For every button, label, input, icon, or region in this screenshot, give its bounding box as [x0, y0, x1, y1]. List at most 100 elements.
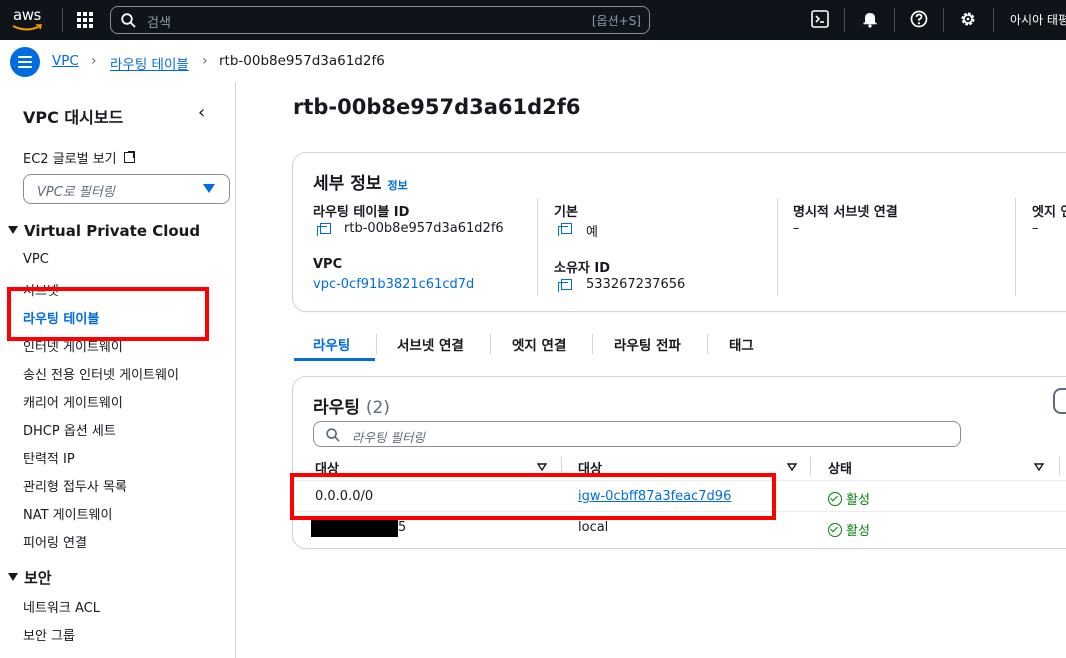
breadcrumb-vpc[interactable]: VPC [52, 53, 79, 69]
notification-bell-icon[interactable] [861, 10, 879, 28]
copy-icon[interactable] [558, 223, 572, 236]
tab-divider [707, 334, 708, 354]
cloudshell-icon[interactable] [811, 10, 829, 28]
status-text: 활성 [846, 524, 870, 539]
help-icon[interactable] [910, 10, 928, 28]
status-badge: 활성 [828, 520, 870, 539]
vpc-label: VPC [313, 257, 343, 272]
route-target: local [578, 520, 609, 535]
breadcrumb-current: rtb-00b8e957d3a61d2f6 [219, 53, 385, 69]
caret-down-icon [203, 184, 215, 193]
sidebar-item-security-groups[interactable]: 보안 그룹 [23, 625, 75, 644]
divider [894, 8, 895, 32]
region-selector[interactable]: 아시아 태평 [1010, 11, 1066, 28]
sidebar-item-network-acls[interactable]: 네트워크 ACL [23, 597, 100, 616]
sidebar-item-dhcp-option-sets[interactable]: DHCP 옵션 세트 [23, 420, 116, 439]
column-divider [537, 198, 538, 296]
sort-caret-icon[interactable] [787, 462, 797, 472]
copy-icon[interactable] [317, 223, 331, 236]
settings-gear-icon[interactable] [959, 10, 977, 28]
routes-header-text: 라우팅 [313, 398, 360, 418]
vpc-filter-placeholder: VPC로 필터링 [37, 185, 115, 200]
column-resizer[interactable] [1059, 457, 1060, 475]
edge-assoc-label: 엣지 연 [1032, 205, 1066, 220]
sidebar-item-peering-connections[interactable]: 피어링 연결 [23, 532, 87, 551]
tab-divider [376, 334, 377, 354]
search-placeholder: 검색 [147, 16, 171, 31]
status-text: 활성 [846, 493, 870, 508]
tab-divider [592, 334, 593, 354]
active-tab-indicator [294, 358, 375, 361]
caret-down-icon [8, 226, 18, 234]
search-shortcut: [옵션+S] [591, 14, 641, 28]
main-value: 예 [586, 225, 598, 240]
breadcrumb-route-tables[interactable]: 라우팅 테이블 [110, 53, 189, 73]
routes-header: 라우팅 (2) [313, 393, 390, 418]
redacted-block [311, 519, 398, 537]
status-badge: 활성 [828, 489, 870, 508]
sidebar-item-carrier-gateways[interactable]: 캐리어 게이트웨이 [23, 392, 123, 411]
route-table-id-value: rtb-00b8e957d3a61d2f6 [344, 221, 504, 236]
divider [993, 8, 994, 32]
owner-id-label: 소유자 ID [554, 261, 611, 276]
route-filter-input[interactable]: 라우팅 필터링 [313, 421, 961, 447]
sidebar-title[interactable]: VPC 대시보드 [23, 104, 123, 128]
sidebar-item-vpc[interactable]: VPC [23, 252, 49, 267]
external-link-icon [123, 151, 136, 163]
explicit-subnet-assoc-label: 명시적 서브넷 연결 [793, 205, 898, 220]
section-label: Virtual Private Cloud [24, 222, 201, 240]
sort-caret-icon[interactable] [537, 462, 547, 472]
route-filter-placeholder: 라우팅 필터링 [352, 430, 425, 445]
sidebar-item-ec2-global-view[interactable]: EC2 글로벌 보기 [23, 148, 136, 167]
edit-routes-button[interactable] [1053, 388, 1066, 414]
chevron-right-icon: › [202, 53, 208, 69]
search-icon [326, 428, 340, 442]
owner-id-value: 533267237656 [586, 277, 686, 292]
main-label: 기본 [554, 205, 578, 220]
collapse-sidebar-icon[interactable]: ‹ [198, 102, 205, 123]
details-header-text: 세부 정보 [313, 174, 382, 194]
tab-edge-associations[interactable]: 엣지 연결 [512, 334, 566, 354]
tab-routes[interactable]: 라우팅 [313, 334, 350, 354]
chevron-right-icon: › [91, 53, 97, 69]
highlight-box [7, 287, 209, 341]
sidebar-item-nat-gateways[interactable]: NAT 게이트웨이 [23, 504, 112, 523]
section-label: 보안 [24, 569, 52, 587]
aws-logo[interactable]: aws [10, 6, 50, 34]
sidebar-item-managed-prefix-lists[interactable]: 관리형 접두사 목록 [23, 476, 127, 495]
status-success-icon [828, 523, 842, 537]
tab-tags[interactable]: 태그 [729, 334, 754, 354]
tab-subnet-associations[interactable]: 서브넷 연결 [397, 334, 464, 354]
global-search-input[interactable]: 검색 [옵션+S] [110, 6, 650, 34]
divider [844, 8, 845, 32]
vpc-link[interactable]: vpc-0cf91b3821c61cd7d [313, 277, 474, 292]
column-resizer[interactable] [810, 457, 811, 475]
top-navigation-bar: aws 검색 [옵션+S] 아시아 태평 [0, 0, 1066, 40]
divider [943, 8, 944, 32]
services-grid-icon[interactable] [76, 11, 94, 29]
routes-count: (2) [365, 398, 390, 418]
route-table-id-label: 라우팅 테이블 ID [313, 205, 410, 220]
sidebar-section-virtual-private-cloud[interactable]: Virtual Private Cloud [8, 222, 200, 240]
sidebar-item-egress-only-igw[interactable]: 송신 전용 인터넷 게이트웨이 [23, 364, 179, 383]
tab-route-propagation[interactable]: 라우팅 전파 [614, 334, 681, 354]
sidebar-section-security[interactable]: 보안 [8, 567, 52, 588]
column-divider [1015, 198, 1016, 296]
menu-toggle-button[interactable] [10, 47, 40, 77]
copy-icon[interactable] [558, 279, 572, 292]
explicit-subnet-assoc-value: – [793, 221, 800, 236]
details-header: 세부 정보 정보 [313, 169, 408, 194]
column-divider [777, 198, 778, 296]
routes-container [292, 376, 1066, 549]
edge-assoc-value: – [1032, 221, 1039, 236]
sort-caret-icon[interactable] [1034, 462, 1044, 472]
divider [62, 8, 63, 32]
sidebar-item-elastic-ips[interactable]: 탄력적 IP [23, 448, 75, 467]
status-success-icon [828, 492, 842, 506]
vpc-filter-select[interactable]: VPC로 필터링 [23, 174, 230, 204]
page-title: rtb-00b8e957d3a61d2f6 [293, 95, 581, 119]
info-link[interactable]: 정보 [387, 179, 407, 192]
route-destination: 5 [398, 520, 407, 535]
aws-smile-icon [12, 24, 42, 31]
column-header-status[interactable]: 상태 [828, 458, 852, 477]
